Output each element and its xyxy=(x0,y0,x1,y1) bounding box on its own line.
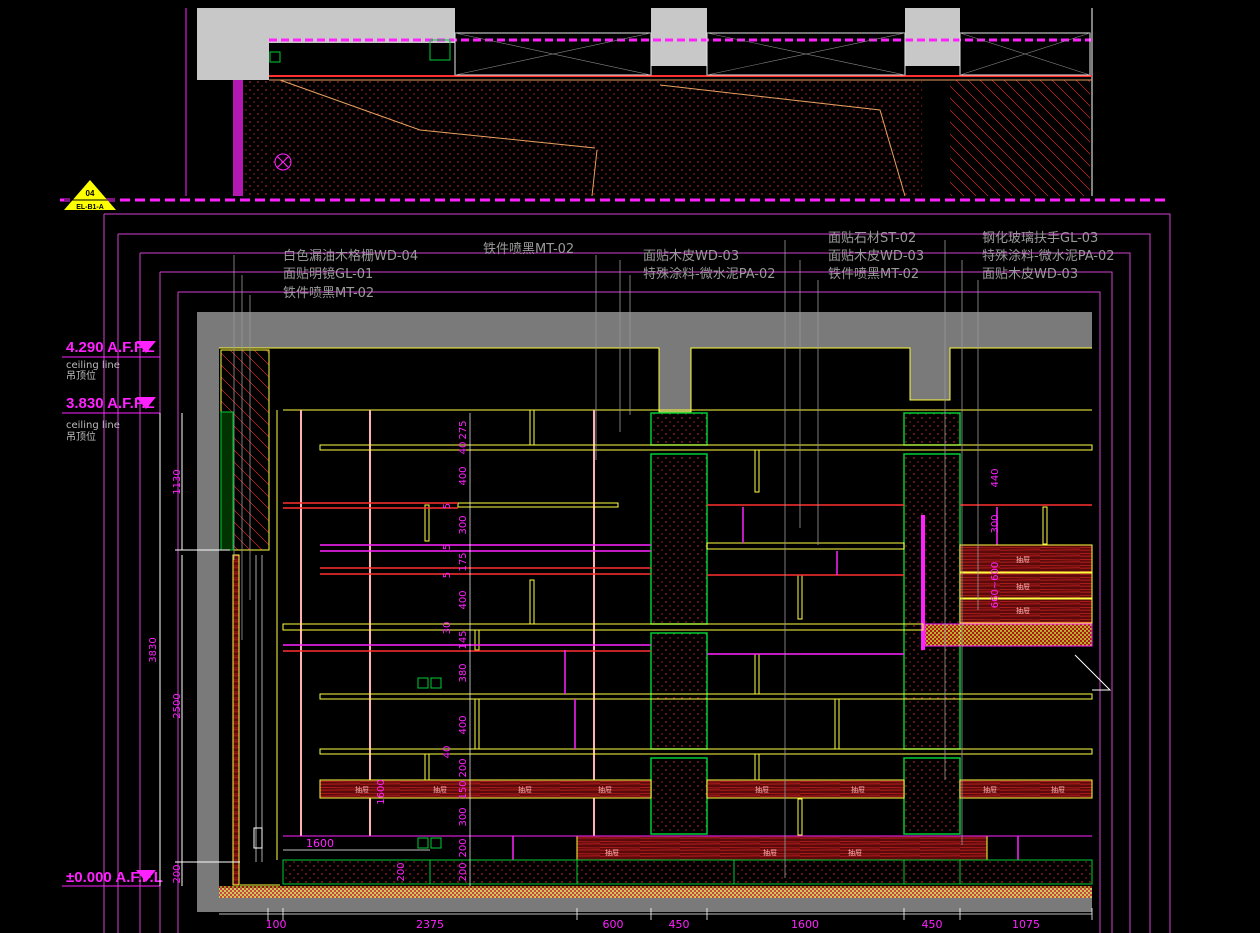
bdim-450-b: 450 xyxy=(922,918,943,931)
drawer-tag: 抽屉 xyxy=(763,848,777,857)
column-left-c xyxy=(650,757,708,835)
plan-slab-3 xyxy=(651,8,707,66)
inline-dim-1600: 1600 xyxy=(306,837,334,850)
plan-hatched-area xyxy=(950,80,1090,196)
material-labels: 白色漏油木格栅WD-04 面贴明镜GL-01 铁件喷黑MT-02 铁件喷黑MT-… xyxy=(283,231,1115,301)
vdim-18: 200 xyxy=(458,862,469,881)
top-plan-section xyxy=(60,8,1170,202)
column-right-c xyxy=(903,757,961,835)
vdim-1: 40 xyxy=(458,442,469,455)
vdim-14: 200 xyxy=(458,758,469,777)
vdim-7: 5 xyxy=(442,572,453,578)
vdim-8: 400 xyxy=(458,590,469,609)
drawer-tag: 抽屉 xyxy=(755,785,769,794)
vdim-12: 400 xyxy=(458,715,469,734)
level-4290-note-en: ceiling line xyxy=(66,360,120,371)
drawer-tag: 抽屉 xyxy=(1016,582,1030,591)
vdim-5: 5 xyxy=(442,544,453,550)
vdim-6: 175 xyxy=(458,552,469,571)
cad-elevation-drawing: 04 EL-B1-A 白色漏油木格栅WD-04 面贴明镜GL-01 铁件喷黑MT… xyxy=(60,8,1171,933)
bdim-1075: 1075 xyxy=(1012,918,1040,931)
label-wd03-c: 面贴木皮WD-03 xyxy=(982,267,1078,282)
drawer-tag: 抽屉 xyxy=(851,785,865,794)
column-right-top xyxy=(903,412,961,446)
vdim-0: 275 xyxy=(458,420,469,439)
label-gl03: 钢化玻璃扶手GL-03 xyxy=(982,231,1098,246)
label-wd04: 白色漏油木格栅WD-04 xyxy=(283,248,418,264)
column-left-top xyxy=(650,412,708,446)
drawer-tag: 抽屉 xyxy=(1051,785,1065,794)
vdim-16: 300 xyxy=(458,807,469,826)
label-gl01: 面贴明镜GL-01 xyxy=(283,267,373,282)
column-left-a xyxy=(650,453,708,625)
vdim-9: 30 xyxy=(442,622,453,635)
drawer-tag: 抽屉 xyxy=(355,785,369,794)
label-mt02-c: 铁件喷黑MT-02 xyxy=(828,267,919,282)
label-wd03-b: 面贴木皮WD-03 xyxy=(828,249,924,264)
vdim-2: 400 xyxy=(458,466,469,485)
level-3830-note-en: ceiling line xyxy=(66,420,120,431)
bdim-2375: 2375 xyxy=(416,918,444,931)
vdim-11: 380 xyxy=(458,663,469,682)
section-sheet: EL-B1-A xyxy=(76,204,104,211)
level-3830-note-cn: 吊顶位 xyxy=(66,430,96,443)
label-mt02-b: 铁件喷黑MT-02 xyxy=(483,242,574,257)
dim-left-200: 200 xyxy=(172,864,183,883)
drawer-tag: 抽屉 xyxy=(598,785,612,794)
level-markers: 4.290 A.F.F.L ceiling line 吊顶位 3.830 A.F… xyxy=(62,339,163,887)
label-st02: 面贴石材ST-02 xyxy=(828,231,916,246)
plan-slab-2 xyxy=(197,8,269,80)
vdim-4: 300 xyxy=(458,515,469,534)
vdim-17: 200 xyxy=(458,838,469,857)
plan-slab-4 xyxy=(905,8,960,66)
plan-fill-area xyxy=(270,80,922,196)
drawer-tag: 抽屉 xyxy=(433,785,447,794)
vdim-3: 5 xyxy=(442,503,453,509)
label-pa02-b: 特殊涂料-微水泥PA-02 xyxy=(982,248,1115,264)
rdim-300: 300 xyxy=(990,514,1001,533)
dim-left-2500: 2500 xyxy=(172,693,183,718)
drawer-tag: 抽屉 xyxy=(1016,606,1030,615)
vdim-20: 200 xyxy=(396,862,407,881)
bdim-1600: 1600 xyxy=(791,918,819,931)
drawer-tag: 抽屉 xyxy=(518,785,532,794)
bdim-600: 600 xyxy=(603,918,624,931)
vdim-13: 40 xyxy=(442,746,453,759)
bdim-450-a: 450 xyxy=(669,918,690,931)
dim-left-1130: 1130 xyxy=(172,469,183,494)
level-4290-note-cn: 吊顶位 xyxy=(66,369,96,382)
section-marker[interactable]: 04 EL-B1-A xyxy=(64,180,116,211)
label-wd03-a: 面贴木皮WD-03 xyxy=(643,249,739,264)
section-number: 04 xyxy=(86,189,95,198)
column-left-b xyxy=(650,632,708,750)
drawer-tag: 抽屉 xyxy=(1016,555,1030,564)
vdim-19: 1600 xyxy=(376,779,387,804)
drawer-tag: 抽屉 xyxy=(983,785,997,794)
vdim-10: 145 xyxy=(458,630,469,649)
vdim-15: 150 xyxy=(458,780,469,799)
rdim-440: 440 xyxy=(990,468,1001,487)
drawer-tag: 抽屉 xyxy=(605,848,619,857)
drawer-tag: 抽屉 xyxy=(848,848,862,857)
label-mt02-a: 铁件喷黑MT-02 xyxy=(283,286,374,301)
rdim-660: 660~600 xyxy=(990,562,1001,609)
column-right-a xyxy=(903,453,961,750)
bdim-100: 100 xyxy=(266,918,287,931)
label-pa02-a: 特殊涂料-微水泥PA-02 xyxy=(643,266,776,282)
dim-left-3830: 3830 xyxy=(148,637,159,662)
